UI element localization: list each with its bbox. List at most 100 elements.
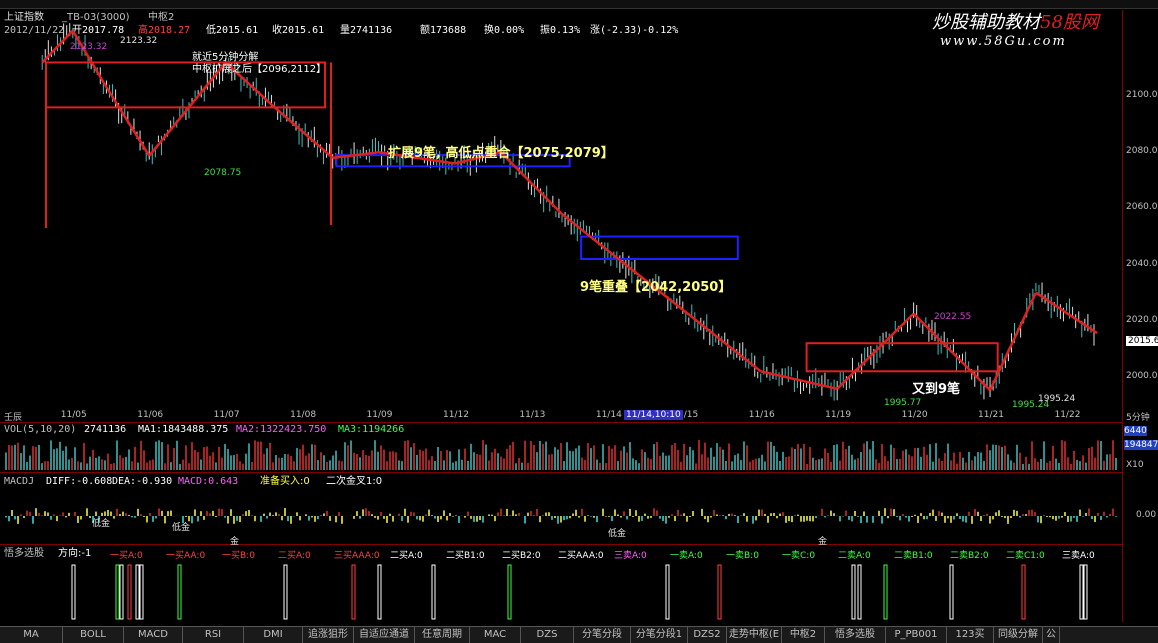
signal-item: 一卖C:0 xyxy=(782,551,816,561)
annotation-expand9: 扩展9笔, 高低点重合【2075,2079】 xyxy=(388,146,614,161)
signal-item: 一买B:0 xyxy=(222,551,255,561)
macd-ready-buy: 准备买入:0 xyxy=(260,476,310,487)
macd-low-gold-2: 低金 xyxy=(172,523,191,533)
signal-item: 二买B2:0 xyxy=(502,551,541,561)
indicator-tab[interactable]: RSI xyxy=(183,627,244,643)
y-tick-label: 2060.00 xyxy=(1126,202,1158,213)
x-tick-label: 11/13 xyxy=(519,410,546,420)
indicator-tab[interactable]: P_PB001 xyxy=(886,627,947,643)
signal-bar xyxy=(177,564,182,620)
signal-item: 二买AAA:0 xyxy=(558,551,604,561)
signal-bar xyxy=(431,564,436,620)
macd-low-gold-3: 低金 xyxy=(608,529,627,539)
current-price-tag: 2015.6 xyxy=(1126,336,1158,346)
x-axis-highlight[interactable]: 11/14,10:10 xyxy=(624,410,683,420)
indicator-tab[interactable]: BOLL xyxy=(63,627,124,643)
signal-item: 二卖A:0 xyxy=(838,551,871,561)
signal-item: 一买AA:0 xyxy=(166,551,206,561)
signal-bar xyxy=(857,564,862,620)
signal-item: 二卖B2:0 xyxy=(950,551,989,561)
macd-axis-zero: 0.00 xyxy=(1136,510,1157,520)
indicator-tab[interactable]: MACD xyxy=(124,627,183,643)
indicator-tab[interactable]: 分笔分段 xyxy=(574,627,631,643)
bi-stroke xyxy=(499,151,563,215)
bi-stroke xyxy=(836,312,915,390)
macd-second-cross: 二次金叉1:0 xyxy=(326,476,383,487)
vol-axis-c: X10 xyxy=(1126,460,1144,470)
signal-bar xyxy=(1021,564,1026,620)
indicator-tab[interactable]: DMI xyxy=(244,627,303,643)
macd-macd: MACD:0.643 xyxy=(178,476,239,487)
label-low-1995-24-b: 1995.24 xyxy=(1038,394,1076,404)
macd-low-gold-1: 低金 xyxy=(92,519,111,529)
bi-stroke xyxy=(988,292,1038,391)
bi-stroke xyxy=(71,30,105,83)
signal-bar xyxy=(127,564,132,620)
indicator-tab[interactable]: 任意周期 xyxy=(415,627,470,643)
indicator-tab[interactable]: DZS2 xyxy=(688,627,727,643)
annotation-overlap9: 9笔重叠【2042,2050】 xyxy=(580,280,732,295)
price-chart xyxy=(5,23,1117,620)
bi-stroke xyxy=(148,61,227,157)
signal-item: 二卖C1:0 xyxy=(1006,551,1045,561)
signal-direction: 方向:-1 xyxy=(58,548,92,559)
macd-diff: DIFF:-0.608 xyxy=(46,476,113,487)
vol-title: VOL(5,10,20) xyxy=(4,424,77,435)
indicator-tab[interactable]: 分笔分段1 xyxy=(631,627,688,643)
x-axis-corner: 壬辰 xyxy=(4,413,23,423)
indicator-tab[interactable]: MA xyxy=(0,627,63,643)
indicator-tab[interactable]: 悟多选股 xyxy=(825,627,886,643)
macd-dea: DEA:-0.930 xyxy=(112,476,173,487)
signal-bar xyxy=(949,564,954,620)
label-high-2022: 2022.55 xyxy=(934,312,972,322)
indicator-tab[interactable]: DZS xyxy=(521,627,574,643)
x-tick-label: 11/08 xyxy=(290,410,317,420)
indicator-tab[interactable]: 走势中枢(E xyxy=(727,627,782,643)
y-tick-label: 2040.00 xyxy=(1126,258,1158,269)
note-line1: 就近5分钟分解 xyxy=(192,52,259,63)
x-tick-label: 11/16 xyxy=(748,410,775,420)
signal-item: 一卖A:0 xyxy=(670,551,703,561)
indicator-tab[interactable]: 中枢2 xyxy=(782,627,825,643)
label-high-2123-b: 2123.32 xyxy=(120,36,158,46)
x-tick-label: 11/22 xyxy=(1054,410,1081,420)
x-tick-label: 11/14 xyxy=(595,410,622,420)
x-tick-label: 11/06 xyxy=(137,410,164,420)
note-line2: 中枢扩展之后【2096,2112】 xyxy=(192,64,327,75)
indicator-tab[interactable]: 123买 xyxy=(947,627,994,643)
vol-ma3: MA3:1194266 xyxy=(338,424,405,435)
volume-macd-separator xyxy=(0,472,1122,473)
x-tick-label: 11/07 xyxy=(213,410,240,420)
vol-axis-a: 6440 xyxy=(1124,426,1147,436)
indicator-tab[interactable]: 自适应通道 xyxy=(354,627,415,643)
signal-item: 二买A:0 xyxy=(390,551,423,561)
signal-item: 二买A:0 xyxy=(278,551,311,561)
indicator-tab[interactable]: 追涨狙形 xyxy=(303,627,354,643)
bi-stroke xyxy=(561,213,609,252)
signal-item: 三卖A:0 xyxy=(1062,551,1095,561)
x-tick-label: 11/09 xyxy=(366,410,393,420)
bi-stroke xyxy=(760,370,838,391)
indicator-tab-bar: MA BOLL MACD RSI DMI 追涨狙形 自适应通道 任意周期 MAC DZS 分笔分段分… xyxy=(0,626,1158,643)
signal-bar xyxy=(283,564,288,620)
x-tick-label: 11/19 xyxy=(825,410,852,420)
signal-bar xyxy=(717,564,722,620)
y-tick-label: 2000.00 xyxy=(1126,370,1158,381)
signal-item: 一买A:0 xyxy=(110,551,143,561)
macd-signal-separator xyxy=(0,544,1122,545)
indicator-tab[interactable]: 公 xyxy=(1043,627,1060,643)
y-tick-label: 2100.00 xyxy=(1126,90,1158,101)
macd-gold-2: 金 xyxy=(818,537,828,547)
signal-bar xyxy=(883,564,888,620)
signal-bar xyxy=(115,564,120,620)
signal-bar xyxy=(139,564,144,620)
signal-title: 悟多选股 xyxy=(4,548,44,559)
label-high-2123: 2123.32 xyxy=(70,42,108,52)
bi-stroke xyxy=(607,249,762,373)
indicator-tab[interactable]: 同级分解 xyxy=(994,627,1043,643)
signal-bar xyxy=(665,564,670,620)
indicator-tab[interactable]: MAC xyxy=(470,627,521,643)
signal-item: 二卖B1:0 xyxy=(894,551,933,561)
label-low-2078: 2078.75 xyxy=(204,168,242,178)
price-volume-separator xyxy=(0,422,1122,423)
